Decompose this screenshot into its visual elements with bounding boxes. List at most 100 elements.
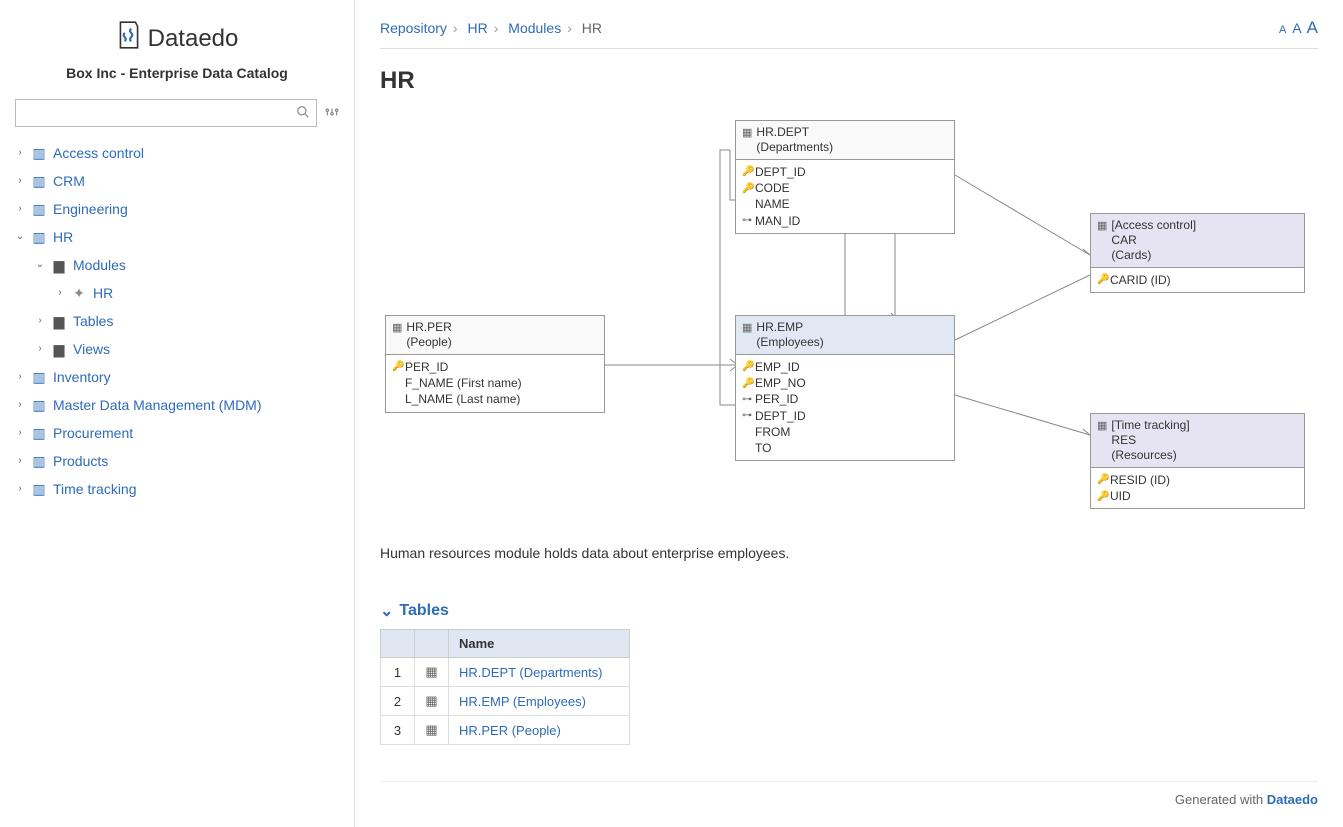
table-icon: ▦ bbox=[415, 658, 449, 687]
column-label: PER_ID bbox=[405, 359, 448, 375]
column-label: DEPT_ID bbox=[755, 408, 806, 424]
column-label: DEPT_ID bbox=[755, 164, 806, 180]
key-icon: 🔑 bbox=[742, 182, 752, 196]
breadcrumb-link[interactable]: Modules bbox=[508, 20, 561, 36]
table-row: 3▦ HR.PER (People) bbox=[381, 716, 630, 745]
key-icon: 🔑 bbox=[742, 377, 752, 391]
search-input[interactable] bbox=[22, 106, 296, 121]
sidebar-item-views[interactable]: ›▆Views bbox=[35, 335, 339, 363]
sidebar-item-label: HR bbox=[93, 279, 113, 307]
chevron-down-icon: ⌄ bbox=[35, 251, 45, 279]
folder-icon: ▆ bbox=[51, 307, 67, 335]
sidebar-item-label: HR bbox=[53, 223, 73, 251]
column-label: EMP_ID bbox=[755, 359, 800, 375]
sidebar-item-inventory[interactable]: ›▥Inventory bbox=[15, 363, 339, 391]
filter-icon[interactable] bbox=[325, 105, 339, 122]
column-label: TO bbox=[755, 440, 771, 456]
sidebar: Dataedo Box Inc - Enterprise Data Catalo… bbox=[0, 0, 355, 827]
sidebar-item-label: Master Data Management (MDM) bbox=[53, 391, 262, 419]
chevron-right-icon: › bbox=[15, 447, 25, 475]
font-size-controls: A A A bbox=[1277, 18, 1318, 38]
brand-text: Dataedo bbox=[148, 25, 239, 53]
table-row: 1▦ HR.DEPT (Departments) bbox=[381, 658, 630, 687]
chevron-right-icon: › bbox=[15, 475, 25, 503]
sidebar-item-label: Inventory bbox=[53, 363, 111, 391]
database-icon: ▥ bbox=[31, 419, 47, 447]
key-icon: 🔑 bbox=[742, 360, 752, 374]
key-icon: 🔑 bbox=[1097, 490, 1107, 504]
table-icon: ▦ bbox=[415, 687, 449, 716]
sidebar-item-tables[interactable]: ›▆Tables bbox=[35, 307, 339, 335]
entity-dept[interactable]: ▦HR.DEPT(Departments) 🔑DEPT_ID 🔑CODE NAM… bbox=[735, 120, 955, 234]
entity-title: CAR bbox=[1111, 233, 1196, 248]
entity-context: [Access control] bbox=[1111, 218, 1196, 233]
key-icon: 🔑 bbox=[392, 360, 402, 374]
chevron-down-icon: ⌄ bbox=[15, 223, 25, 251]
entity-title: HR.DEPT bbox=[756, 125, 833, 140]
database-icon: ▥ bbox=[31, 223, 47, 251]
chevron-down-icon: ⌄ bbox=[380, 601, 393, 621]
breadcrumb: Repository› HR› Modules› HR bbox=[380, 20, 602, 36]
row-number: 2 bbox=[381, 687, 415, 716]
sidebar-item-hr[interactable]: ⌄▥HR bbox=[15, 223, 339, 251]
entity-context: [Time tracking] bbox=[1111, 418, 1189, 433]
tables-section-toggle[interactable]: ⌄ Tables bbox=[380, 601, 1318, 621]
table-icon: ▦ bbox=[742, 125, 752, 155]
sidebar-item-engineering[interactable]: ›▥Engineering bbox=[15, 195, 339, 223]
footer: Generated with Dataedo bbox=[380, 781, 1318, 817]
row-number: 1 bbox=[381, 658, 415, 687]
breadcrumb-current: HR bbox=[582, 20, 602, 36]
sidebar-item-access-control[interactable]: ›▥Access control bbox=[15, 139, 339, 167]
font-size-medium[interactable]: A bbox=[1292, 20, 1301, 36]
column-label: UID bbox=[1110, 488, 1131, 504]
column-label: L_NAME (Last name) bbox=[405, 391, 520, 407]
sidebar-item-mdm[interactable]: ›▥Master Data Management (MDM) bbox=[15, 391, 339, 419]
table-link[interactable]: HR.EMP (Employees) bbox=[459, 694, 586, 709]
column-label: CODE bbox=[755, 180, 790, 196]
sidebar-item-module-hr[interactable]: ›✦HR bbox=[55, 279, 339, 307]
table-icon: ▦ bbox=[415, 716, 449, 745]
table-icon: ▦ bbox=[392, 320, 402, 350]
er-diagram: ▦HR.DEPT(Departments) 🔑DEPT_ID 🔑CODE NAM… bbox=[380, 115, 1318, 545]
column-label: PER_ID bbox=[755, 391, 798, 407]
key-icon: 🔑 bbox=[1097, 473, 1107, 487]
table-icon: ▦ bbox=[1097, 218, 1107, 263]
module-description: Human resources module holds data about … bbox=[380, 545, 1318, 561]
fk-icon: ⊶ bbox=[742, 214, 752, 228]
entity-subtitle: (People) bbox=[406, 335, 451, 350]
key-icon: 🔑 bbox=[1097, 273, 1107, 287]
search-box[interactable] bbox=[15, 99, 317, 127]
table-link[interactable]: HR.DEPT (Departments) bbox=[459, 665, 603, 680]
search-icon[interactable] bbox=[296, 105, 310, 122]
sidebar-item-products[interactable]: ›▥Products bbox=[15, 447, 339, 475]
breadcrumb-link[interactable]: Repository bbox=[380, 20, 447, 36]
footer-brand-link[interactable]: Dataedo bbox=[1267, 792, 1318, 807]
font-size-large[interactable]: A bbox=[1307, 18, 1318, 37]
database-icon: ▥ bbox=[31, 139, 47, 167]
sidebar-item-time-tracking[interactable]: ›▥Time tracking bbox=[15, 475, 339, 503]
chevron-right-icon: › bbox=[55, 279, 65, 307]
entity-subtitle: (Departments) bbox=[756, 140, 833, 155]
sidebar-item-label: Engineering bbox=[53, 195, 128, 223]
sidebar-item-label: Views bbox=[73, 335, 110, 363]
page-title: HR bbox=[380, 67, 1318, 95]
entity-subtitle: (Cards) bbox=[1111, 248, 1196, 263]
entity-car[interactable]: ▦[Access control]CAR(Cards) 🔑CARID (ID) bbox=[1090, 213, 1305, 293]
column-label: NAME bbox=[755, 196, 790, 212]
row-number: 3 bbox=[381, 716, 415, 745]
database-icon: ▥ bbox=[31, 363, 47, 391]
entity-per[interactable]: ▦HR.PER(People) 🔑PER_ID F_NAME (First na… bbox=[385, 315, 605, 413]
entity-emp[interactable]: ▦HR.EMP(Employees) 🔑EMP_ID 🔑EMP_NO ⊶PER_… bbox=[735, 315, 955, 461]
breadcrumb-link[interactable]: HR bbox=[467, 20, 487, 36]
database-icon: ▥ bbox=[31, 475, 47, 503]
sidebar-item-label: Modules bbox=[73, 251, 126, 279]
chevron-right-icon: › bbox=[15, 419, 25, 447]
font-size-small[interactable]: A bbox=[1279, 24, 1286, 36]
table-link[interactable]: HR.PER (People) bbox=[459, 723, 561, 738]
entity-title: HR.EMP bbox=[756, 320, 823, 335]
sidebar-item-crm[interactable]: ›▥CRM bbox=[15, 167, 339, 195]
sidebar-item-procurement[interactable]: ›▥Procurement bbox=[15, 419, 339, 447]
entity-res[interactable]: ▦[Time tracking]RES(Resources) 🔑RESID (I… bbox=[1090, 413, 1305, 509]
puzzle-icon: ✦ bbox=[71, 279, 87, 307]
sidebar-item-modules[interactable]: ⌄▆Modules bbox=[35, 251, 339, 279]
